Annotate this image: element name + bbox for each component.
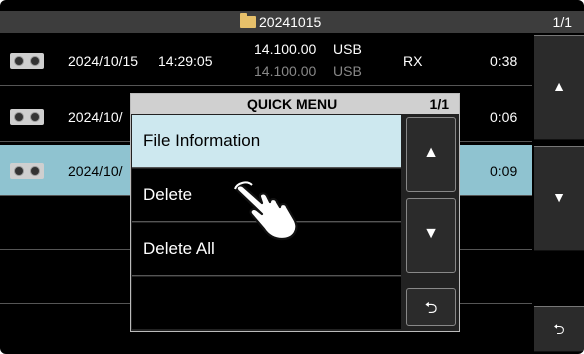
back-icon: ⮌ — [553, 321, 565, 337]
menu-item-label: File Information — [143, 131, 261, 150]
recording-time: 14:29:05 — [158, 53, 213, 69]
menu-back-button[interactable]: ⮌ — [406, 288, 456, 326]
mode-primary: USB — [333, 41, 362, 57]
back-icon: ⮌ — [424, 300, 438, 317]
menu-down-button[interactable]: ▼ — [406, 198, 456, 273]
scroll-down-button[interactable]: ▼ — [534, 146, 584, 251]
menu-up-button[interactable]: ▲ — [406, 117, 456, 192]
hand-pointer-icon — [234, 181, 298, 241]
recorder-screen: 20241015 1/1 2024/10/15 14:29:05 14.100.… — [0, 0, 584, 354]
menu-item-empty — [132, 277, 401, 329]
down-arrow-icon: ▼ — [423, 225, 439, 242]
up-arrow-icon: ▲ — [552, 78, 566, 94]
recording-duration: 0:09 — [490, 163, 518, 179]
recording-type: RX — [403, 53, 423, 69]
tape-icon — [10, 109, 44, 125]
recording-duration: 0:38 — [490, 53, 518, 69]
down-arrow-icon: ▼ — [552, 189, 566, 205]
menu-item-label: Delete All — [143, 239, 215, 258]
page-indicator: 1/1 — [552, 14, 572, 30]
recording-date: 2024/10/ — [68, 163, 123, 179]
folder-name: 20241015 — [259, 14, 322, 30]
recording-duration: 0:06 — [490, 109, 518, 125]
recording-date: 2024/10/15 — [68, 53, 139, 69]
frequency-primary: 14.100.00 — [254, 41, 317, 57]
menu-item-label: Delete — [143, 185, 193, 204]
back-button[interactable]: ⮌ — [534, 306, 584, 352]
recording-date: 2024/10/ — [68, 109, 123, 125]
quick-menu-page: 1/1 — [429, 96, 449, 112]
menu-item-file-information[interactable]: File Information — [132, 115, 401, 168]
quick-menu-title: QUICK MENU — [247, 96, 338, 112]
quick-menu-header: QUICK MENU 1/1 — [131, 94, 459, 114]
recording-row[interactable]: 2024/10/15 14:29:05 14.100.00 USB 14.100… — [0, 35, 532, 86]
frequency-secondary: 14.100.00 — [254, 63, 317, 79]
scroll-up-button[interactable]: ▲ — [534, 35, 584, 140]
tape-icon — [10, 53, 44, 69]
folder-icon — [240, 13, 256, 28]
title-bar: 20241015 1/1 — [0, 11, 584, 33]
tape-icon — [10, 163, 44, 179]
up-arrow-icon: ▲ — [423, 144, 439, 161]
mode-secondary: USB — [333, 63, 362, 79]
